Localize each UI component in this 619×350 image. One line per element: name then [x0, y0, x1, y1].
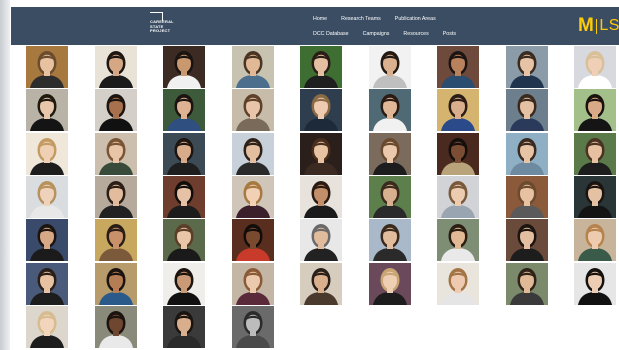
team-member-photo[interactable] — [163, 219, 205, 262]
team-member-photo[interactable] — [437, 219, 479, 262]
team-member-photo[interactable] — [505, 262, 548, 305]
university-brand[interactable]: M LSA — [578, 15, 619, 37]
window-edge — [0, 0, 10, 350]
team-member-photo[interactable] — [300, 175, 342, 218]
team-member-photo[interactable] — [574, 175, 616, 218]
team-member-photo[interactable] — [505, 219, 548, 262]
team-member-photo[interactable] — [231, 219, 274, 262]
team-member-photo[interactable] — [163, 46, 205, 88]
team-member-photo[interactable] — [505, 175, 548, 218]
nav-home[interactable]: Home — [306, 16, 334, 23]
team-member-photo[interactable] — [163, 132, 205, 175]
team-member-photo[interactable] — [437, 262, 479, 305]
nav-dcc-database[interactable]: DCC Database — [306, 31, 356, 38]
team-member-photo[interactable] — [163, 305, 205, 348]
block-m-logo: M — [578, 15, 594, 36]
team-member-photo[interactable] — [574, 89, 616, 132]
team-member-photo[interactable] — [94, 46, 137, 88]
team-member-photo[interactable] — [505, 46, 548, 88]
team-member-photo[interactable] — [26, 132, 68, 175]
brand-divider — [595, 18, 598, 34]
team-member-photo[interactable] — [300, 46, 342, 88]
team-member-photo[interactable] — [94, 305, 137, 348]
team-member-photo[interactable] — [300, 262, 342, 305]
team-member-photo[interactable] — [574, 262, 616, 305]
team-member-photo[interactable] — [94, 132, 137, 175]
team-member-photo[interactable] — [368, 175, 411, 218]
team-member-photo[interactable] — [231, 132, 274, 175]
site-header: CAREERAL STATE PROJECT Home Research Teams… — [11, 7, 619, 45]
team-member-photo[interactable] — [163, 262, 205, 305]
team-member-photo[interactable] — [26, 262, 68, 305]
team-member-photo[interactable] — [26, 46, 68, 88]
nav-posts[interactable]: Posts — [436, 31, 463, 38]
team-member-photo[interactable] — [94, 175, 137, 218]
team-member-photo[interactable] — [163, 175, 205, 218]
nav-resources[interactable]: Resources — [396, 31, 435, 38]
nav-publication-areas[interactable]: Publication Areas — [388, 16, 443, 23]
team-member-photo[interactable] — [231, 46, 274, 88]
team-member-photo[interactable] — [574, 46, 616, 88]
team-member-photo[interactable] — [574, 132, 616, 175]
team-member-photo[interactable] — [231, 305, 274, 348]
secondary-nav: DCC Database Campaigns Resources Posts — [306, 31, 463, 38]
team-member-photo[interactable] — [574, 219, 616, 262]
team-member-photo[interactable] — [437, 175, 479, 218]
team-member-photo[interactable] — [505, 132, 548, 175]
team-member-photo[interactable] — [26, 89, 68, 132]
team-member-photo[interactable] — [368, 262, 411, 305]
team-member-photo[interactable] — [437, 132, 479, 175]
team-member-photo[interactable] — [505, 89, 548, 132]
team-member-photo[interactable] — [26, 219, 68, 262]
team-member-photo[interactable] — [437, 46, 479, 88]
team-member-photo[interactable] — [94, 262, 137, 305]
team-member-photo[interactable] — [26, 175, 68, 218]
page: CAREERAL STATE PROJECT Home Research Teams… — [0, 0, 619, 350]
logo-text: CAREERAL STATE PROJECT — [150, 19, 174, 33]
team-member-photo[interactable] — [300, 89, 342, 132]
team-member-photo[interactable] — [94, 89, 137, 132]
team-member-photo[interactable] — [368, 46, 411, 88]
team-member-photo[interactable] — [368, 132, 411, 175]
nav-campaigns[interactable]: Campaigns — [356, 31, 397, 38]
team-member-photo[interactable] — [300, 219, 342, 262]
team-member-photo[interactable] — [231, 89, 274, 132]
team-member-photo[interactable] — [163, 89, 205, 132]
team-member-photo[interactable] — [94, 219, 137, 262]
team-member-photo[interactable] — [437, 89, 479, 132]
brand-name: LSA — [599, 17, 619, 34]
team-member-photo[interactable] — [368, 89, 411, 132]
nav-research-teams[interactable]: Research Teams — [334, 16, 388, 23]
team-member-photo[interactable] — [368, 219, 411, 262]
primary-nav: Home Research Teams Publication Areas — [306, 16, 443, 23]
team-member-photo[interactable] — [231, 175, 274, 218]
team-member-photo[interactable] — [26, 305, 68, 348]
team-member-photo[interactable] — [300, 132, 342, 175]
team-member-photo[interactable] — [231, 262, 274, 305]
project-logo[interactable]: CAREERAL STATE PROJECT — [148, 11, 178, 41]
